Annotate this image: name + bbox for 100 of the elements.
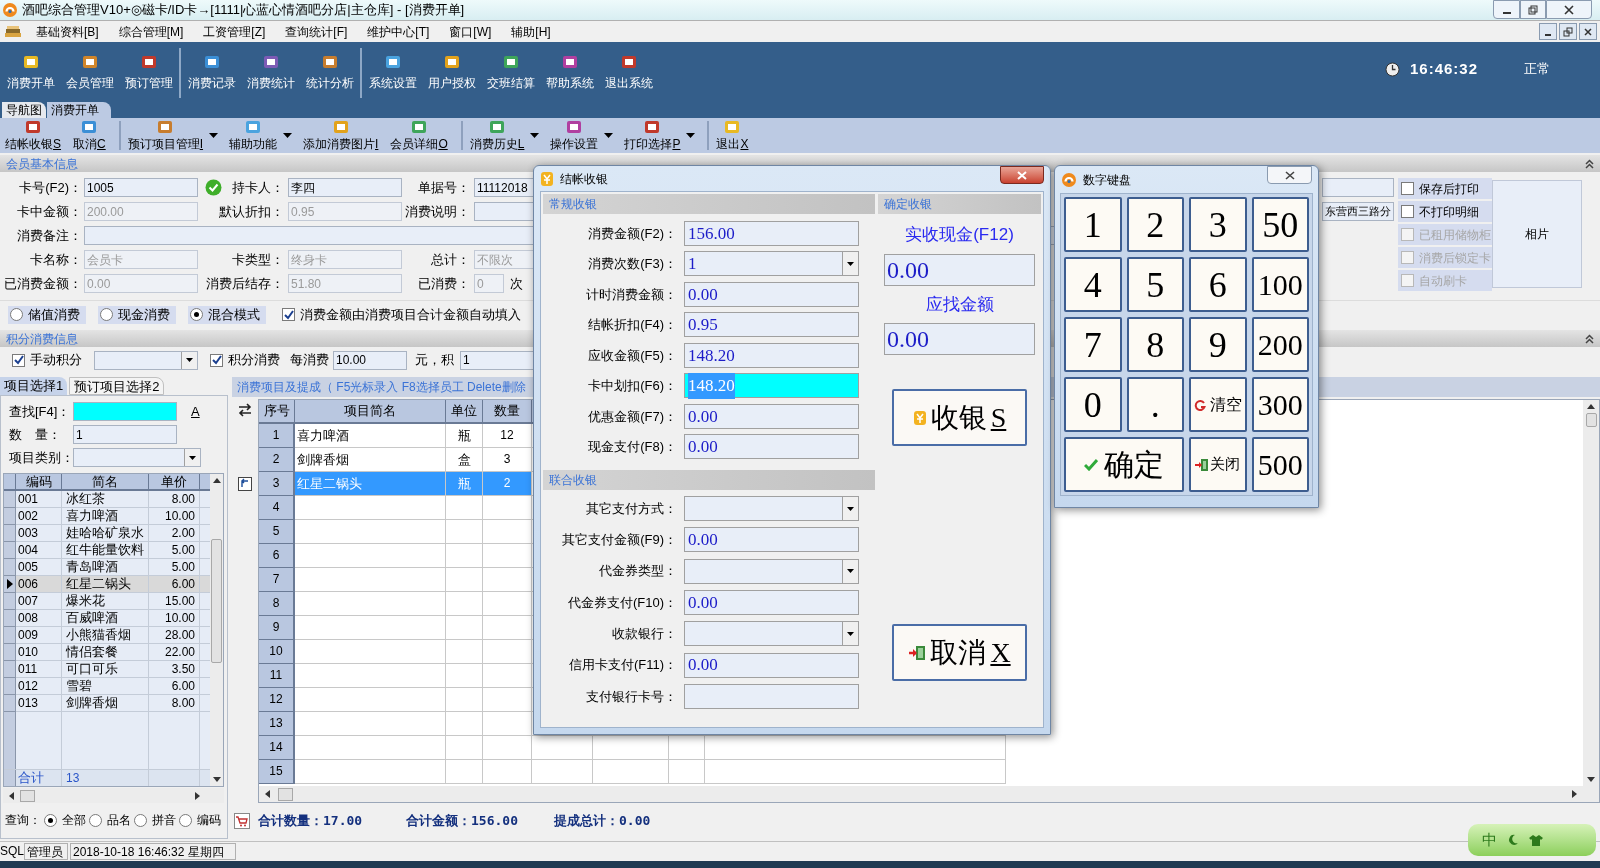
restore-button[interactable] xyxy=(1559,23,1577,40)
radio-option[interactable]: 拼音 xyxy=(134,811,176,829)
keypad-key[interactable]: 关闭 xyxy=(1189,437,1247,492)
dropdown-arrow-button[interactable] xyxy=(184,449,200,466)
checkbox[interactable] xyxy=(1401,182,1414,195)
keypad-key[interactable]: 2 xyxy=(1126,197,1184,252)
menu-item[interactable]: 维护中心[T] xyxy=(361,22,436,41)
scrollbar[interactable] xyxy=(3,788,224,803)
input-field[interactable]: 1005 xyxy=(84,178,198,197)
toolbar-button[interactable]: 系统设置 xyxy=(363,46,422,100)
input-field[interactable]: 1 xyxy=(73,425,177,444)
toolbar-button[interactable]: 用户授权 xyxy=(422,46,481,100)
keypad-key[interactable]: 清空 xyxy=(1189,377,1247,432)
radio-button[interactable] xyxy=(134,813,147,827)
keypad-key[interactable]: 8 xyxy=(1126,317,1184,372)
toolbar-button[interactable]: 预订项目管理I xyxy=(124,118,207,153)
scroll-thumb[interactable] xyxy=(1585,413,1597,427)
radio-option[interactable]: 储值消费 xyxy=(8,305,86,324)
checkbox-option[interactable]: 消费金额由消费项目合计金额自动填入 xyxy=(282,304,521,325)
menu-item[interactable]: 查询统计[F] xyxy=(279,22,354,41)
toolbar-button[interactable]: 会员详细O xyxy=(387,118,451,153)
input-field[interactable]: 0.95 xyxy=(684,312,859,338)
scroll-thumb[interactable] xyxy=(278,787,293,801)
radio-option[interactable]: 全部 xyxy=(44,811,86,829)
input-field[interactable]: 东营西三路分 xyxy=(1322,202,1394,221)
menu-item[interactable]: 辅助[H] xyxy=(505,22,557,41)
input-field[interactable]: 10.00 xyxy=(333,350,407,370)
toolbar-button[interactable]: 辅助功能 xyxy=(226,118,281,153)
cancel-button[interactable]: 取消 X xyxy=(892,624,1027,681)
keypad-key[interactable]: 7 xyxy=(1064,317,1122,372)
keypad-key[interactable]: 9 xyxy=(1189,317,1247,372)
dropdown[interactable]: 1 xyxy=(684,251,859,277)
keypad-key[interactable]: 0 xyxy=(1064,377,1122,432)
input-field[interactable]: 0.00 xyxy=(884,253,1035,286)
dropdown-arrow-button[interactable] xyxy=(181,351,197,369)
toolbar-button[interactable]: 预订管理 xyxy=(119,46,178,100)
scrollbar[interactable] xyxy=(259,786,1599,802)
input-field[interactable]: 148.20 xyxy=(684,342,859,368)
scrollbar[interactable] xyxy=(1583,400,1599,786)
dropdown-arrow-button[interactable] xyxy=(842,497,858,521)
pay-button[interactable]: 收银 S xyxy=(892,389,1027,446)
keypad-key[interactable]: 300 xyxy=(1251,377,1309,432)
menu-item[interactable]: 基础资料[B] xyxy=(30,22,105,41)
radio-option[interactable]: 现金消费 xyxy=(98,305,176,324)
menu-item[interactable]: 综合管理[M] xyxy=(112,22,190,41)
input-field[interactable]: 0.00 xyxy=(684,652,859,678)
dropdown-arrow-button[interactable] xyxy=(842,559,858,583)
toolbar-button[interactable]: 消费历史L xyxy=(466,118,528,153)
radio-option[interactable]: 编码 xyxy=(179,811,221,829)
toolbar-button[interactable]: 添加消费图片I xyxy=(300,118,382,153)
tab[interactable]: 项目选择1 xyxy=(0,377,68,395)
radio-option[interactable]: 混合模式 xyxy=(188,305,266,324)
tab[interactable]: 预订项目选择2 xyxy=(69,377,165,395)
input-field[interactable]: 0.00 xyxy=(884,323,1035,355)
menu-item[interactable]: 窗口[W] xyxy=(443,22,498,41)
keypad-key[interactable]: 3 xyxy=(1189,197,1247,252)
keypad-key[interactable]: 4 xyxy=(1064,257,1122,312)
checkbox[interactable] xyxy=(12,353,25,367)
radio-button[interactable] xyxy=(190,308,203,321)
input-field[interactable]: 李四 xyxy=(288,178,402,197)
keypad-key[interactable]: 100 xyxy=(1251,257,1309,312)
tab[interactable]: 消费开单 xyxy=(47,102,111,118)
keypad-key[interactable]: 50 xyxy=(1251,197,1309,252)
toolbar-button[interactable]: 消费开单 xyxy=(1,46,60,100)
input-field[interactable]: 1 xyxy=(460,350,534,370)
toolbar-button[interactable]: 退出 X xyxy=(713,118,752,153)
minimize-button[interactable] xyxy=(1539,23,1557,40)
minimize-button[interactable] xyxy=(1493,0,1520,19)
input-field[interactable] xyxy=(1322,178,1394,197)
close-button[interactable] xyxy=(1267,166,1312,184)
input-field[interactable]: 156.00 xyxy=(684,220,859,246)
toolbar-button[interactable]: 退出系统 xyxy=(599,46,658,100)
scroll-thumb[interactable] xyxy=(211,539,222,663)
checkbox[interactable] xyxy=(1401,205,1414,218)
dropdown-arrow-button[interactable] xyxy=(842,252,858,276)
keypad-key[interactable]: . xyxy=(1126,377,1184,432)
close-button[interactable] xyxy=(1000,166,1044,184)
toolbar-button[interactable]: 结帐收银S xyxy=(2,118,64,153)
search-field[interactable] xyxy=(73,402,177,421)
input-field[interactable]: 0.00 xyxy=(684,281,859,307)
radio-option[interactable]: 品名 xyxy=(89,811,131,829)
toolbar-button[interactable]: 统计分析 xyxy=(300,46,359,100)
input-field[interactable]: 0.00 xyxy=(684,434,859,460)
input-field[interactable]: 0.00 xyxy=(684,590,859,616)
keypad-key[interactable]: 1 xyxy=(1064,197,1122,252)
radio-button[interactable] xyxy=(89,813,102,827)
toolbar-button[interactable]: 取消C xyxy=(70,118,109,153)
keypad-key[interactable]: 6 xyxy=(1189,257,1247,312)
toolbar-button[interactable]: 帮助系统 xyxy=(540,46,599,100)
toolbar-button[interactable]: 操作设置 xyxy=(547,118,602,153)
keypad-key[interactable]: 200 xyxy=(1251,317,1309,372)
font-button[interactable]: A xyxy=(191,401,200,422)
scroll-thumb[interactable] xyxy=(20,789,35,802)
input-field[interactable] xyxy=(684,683,859,709)
keypad-key[interactable]: 500 xyxy=(1251,437,1309,492)
checkbox-option[interactable]: 手动积分 xyxy=(12,350,82,370)
radio-button[interactable] xyxy=(10,308,23,321)
toolbar-button[interactable]: 会员管理 xyxy=(60,46,119,100)
toolbar-button[interactable]: 打印选择P xyxy=(621,118,684,153)
toolbar-button[interactable]: 消费记录 xyxy=(182,46,241,100)
